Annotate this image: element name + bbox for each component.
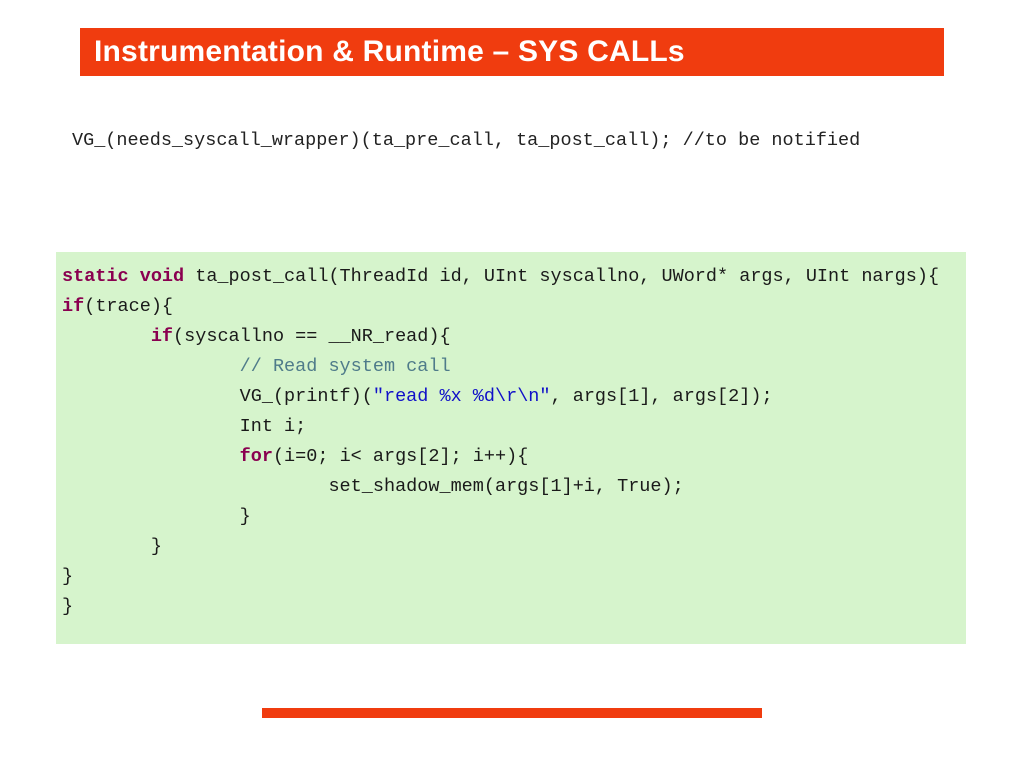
keyword-if: if	[62, 296, 84, 317]
code-comment: // Read system call	[240, 356, 451, 377]
code-text: , args[1], args[2]);	[551, 386, 773, 407]
keyword-for: for	[240, 446, 273, 467]
code-brace: }	[151, 536, 162, 557]
code-text: (trace){	[84, 296, 173, 317]
syscall-registration-line: VG_(needs_syscall_wrapper)(ta_pre_call, …	[72, 130, 860, 151]
code-brace: }	[62, 596, 73, 617]
footer-divider	[262, 708, 762, 718]
code-signature: ta_post_call(ThreadId id, UInt syscallno…	[184, 266, 939, 287]
title-bar: Instrumentation & Runtime – SYS CALLs	[80, 28, 944, 76]
code-text: (i=0; i< args[2]; i++){	[273, 446, 528, 467]
code-text: Int i;	[240, 416, 307, 437]
code-brace: }	[240, 506, 251, 527]
keyword-static-void: static void	[62, 266, 184, 287]
code-text: VG_(printf)(	[240, 386, 373, 407]
slide-title: Instrumentation & Runtime – SYS CALLs	[94, 35, 685, 69]
code-string: "read %x %d\r\n"	[373, 386, 551, 407]
keyword-if: if	[151, 326, 173, 347]
code-brace: }	[62, 566, 73, 587]
code-text: set_shadow_mem(args[1]+i, True);	[328, 476, 683, 497]
code-block: static void ta_post_call(ThreadId id, UI…	[56, 252, 966, 644]
code-text: (syscallno == __NR_read){	[173, 326, 451, 347]
